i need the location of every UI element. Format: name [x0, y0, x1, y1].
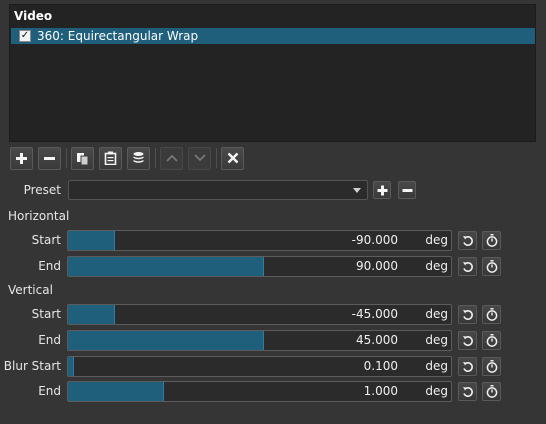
param-slider[interactable]: 45.000 deg — [67, 330, 452, 351]
param-value[interactable]: -45.000 — [268, 305, 398, 324]
stopwatch-icon — [486, 385, 498, 398]
filter-item-equirectangular-wrap[interactable]: ✓ 360: Equirectangular Wrap — [11, 28, 535, 44]
reset-button[interactable] — [458, 231, 477, 250]
param-unit: deg — [425, 384, 448, 398]
param-slider[interactable]: -45.000 deg — [67, 304, 452, 325]
filter-item-label: 360: Equirectangular Wrap — [37, 29, 199, 43]
param-unit: deg — [425, 307, 448, 321]
move-up-button[interactable] — [160, 146, 183, 170]
param-label: Start — [31, 233, 61, 247]
keyframe-button[interactable] — [482, 305, 501, 324]
param-unit: deg — [425, 359, 448, 373]
paste-icon — [104, 151, 117, 165]
reset-button[interactable] — [458, 382, 477, 401]
move-down-button[interactable] — [188, 146, 211, 170]
param-value[interactable]: 45.000 — [268, 331, 398, 350]
save-preset-plus-button[interactable] — [373, 181, 391, 199]
param-value[interactable]: 90.000 — [268, 257, 398, 276]
stopwatch-icon — [486, 360, 498, 373]
copy-icon — [76, 152, 89, 165]
slider-fill — [68, 231, 115, 250]
param-slider[interactable]: -90.000 deg — [67, 230, 452, 251]
keyframe-button[interactable] — [482, 231, 501, 250]
undo-icon — [462, 386, 474, 398]
param-slider[interactable]: 90.000 deg — [67, 256, 452, 277]
close-icon — [227, 152, 239, 164]
move-down-icon — [193, 154, 206, 162]
move-up-icon — [165, 154, 178, 162]
toolbar-separator — [155, 148, 156, 168]
stopwatch-icon — [486, 234, 498, 247]
remove-icon — [402, 185, 413, 196]
paste-filter-button[interactable] — [99, 146, 122, 170]
stopwatch-icon — [486, 308, 498, 321]
stopwatch-icon — [486, 334, 498, 347]
undo-icon — [462, 235, 474, 247]
param-label: Blur Start — [3, 359, 61, 373]
param-unit: deg — [425, 259, 448, 273]
stack-icon — [132, 151, 145, 165]
param-label: End — [38, 259, 61, 273]
delete-preset-button[interactable] — [398, 181, 416, 199]
param-value[interactable]: 1.000 — [268, 382, 398, 401]
undo-icon — [462, 261, 474, 273]
param-unit: deg — [425, 233, 448, 247]
toolbar-separator — [216, 148, 217, 168]
keyframe-button[interactable] — [482, 357, 501, 376]
deselect-filter-button[interactable] — [221, 146, 244, 170]
param-slider[interactable]: 1.000 deg — [67, 381, 452, 402]
panel-title: Video — [14, 9, 53, 23]
reset-button[interactable] — [458, 331, 477, 350]
section-horizontal: Horizontal — [8, 209, 70, 223]
copy-filter-button[interactable] — [71, 146, 94, 170]
save-preset-button[interactable] — [127, 146, 150, 170]
remove-filter-button[interactable] — [38, 146, 61, 170]
add-icon — [377, 185, 388, 196]
slider-fill — [68, 305, 115, 324]
stopwatch-icon — [486, 260, 498, 273]
remove-icon — [43, 152, 56, 165]
slider-fill — [68, 331, 264, 350]
param-label: Start — [31, 307, 61, 321]
toolbar-separator — [66, 148, 67, 168]
keyframe-button[interactable] — [482, 382, 501, 401]
keyframe-button[interactable] — [482, 257, 501, 276]
keyframe-button[interactable] — [482, 331, 501, 350]
param-label: End — [38, 384, 61, 398]
reset-button[interactable] — [458, 305, 477, 324]
slider-fill — [68, 257, 264, 276]
filter-toolbar — [10, 146, 249, 170]
filter-enable-checkbox[interactable]: ✓ — [19, 30, 31, 42]
chevron-down-icon — [353, 188, 361, 193]
section-vertical: Vertical — [8, 283, 53, 297]
filter-list-panel: Video ✓ 360: Equirectangular Wrap — [9, 4, 536, 142]
param-slider[interactable]: 0.100 deg — [67, 356, 452, 377]
undo-icon — [462, 335, 474, 347]
param-value[interactable]: 0.100 — [268, 357, 398, 376]
undo-icon — [462, 309, 474, 321]
add-filter-button[interactable] — [10, 146, 33, 170]
reset-button[interactable] — [458, 257, 477, 276]
param-unit: deg — [425, 333, 448, 347]
add-icon — [15, 152, 28, 165]
param-value[interactable]: -90.000 — [268, 231, 398, 250]
undo-icon — [462, 361, 474, 373]
param-label: End — [38, 333, 61, 347]
slider-fill — [68, 382, 164, 401]
preset-combobox[interactable] — [68, 180, 368, 200]
reset-button[interactable] — [458, 357, 477, 376]
preset-label: Preset — [23, 183, 61, 197]
slider-fill — [68, 357, 74, 376]
